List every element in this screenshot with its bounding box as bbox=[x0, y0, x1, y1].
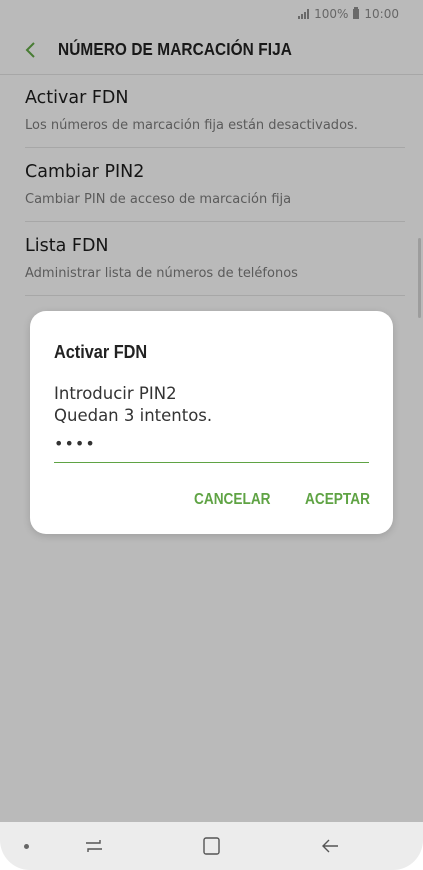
dialog-message: Introducir PIN2 Quedan 3 intentos. bbox=[54, 383, 212, 427]
home-icon[interactable] bbox=[202, 835, 222, 857]
dot-icon[interactable] bbox=[24, 844, 29, 849]
accept-button[interactable]: ACEPTAR bbox=[305, 491, 370, 509]
recents-icon[interactable] bbox=[84, 835, 104, 857]
phone-frame: 100% 10:00 NÚMERO DE MARCACIÓN FIJA Acti… bbox=[0, 0, 423, 870]
back-arrow-icon[interactable] bbox=[320, 835, 340, 857]
dialog-message-prompt: Introducir PIN2 bbox=[54, 384, 177, 403]
pin2-dialog: Activar FDN Introducir PIN2 Quedan 3 int… bbox=[30, 311, 393, 534]
pin2-input[interactable]: •••• bbox=[54, 432, 369, 463]
dialog-message-attempts: Quedan 3 intentos. bbox=[54, 406, 213, 425]
navigation-bar bbox=[0, 822, 423, 870]
dialog-title: Activar FDN bbox=[54, 341, 148, 362]
cancel-button[interactable]: CANCELAR bbox=[194, 491, 271, 509]
